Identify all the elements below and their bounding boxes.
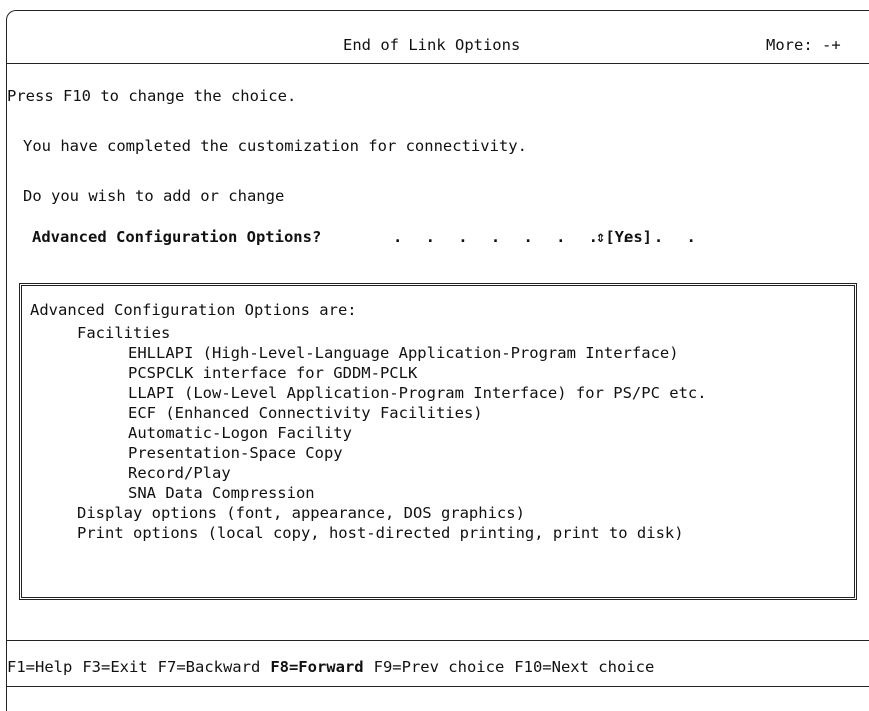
- option-subitem: Record/Play: [128, 464, 231, 482]
- fkey-f8[interactable]: F8=Forward: [270, 658, 363, 676]
- fkey-f3[interactable]: F3=Exit: [82, 658, 147, 676]
- header-rule: [7, 63, 869, 64]
- option-subitem: PCSPCLK interface for GDDM-PCLK: [128, 364, 418, 382]
- option-subitem: ECF (Enhanced Connectivity Facilities): [128, 404, 483, 422]
- options-info-box: Advanced Configuration Options are: Faci…: [19, 283, 857, 600]
- option-subitem: Presentation-Space Copy: [128, 444, 343, 462]
- fkey-f10[interactable]: F10=Next choice: [514, 658, 654, 676]
- fkey-f9[interactable]: F9=Prev choice: [374, 658, 505, 676]
- option-subitem: SNA Data Compression: [128, 484, 315, 502]
- bottom-rule: [7, 686, 869, 687]
- footer-rule: [7, 640, 869, 641]
- option-subitem: Automatic-Logon Facility: [128, 424, 352, 442]
- instruction-text: Press F10 to change the choice.: [7, 87, 297, 105]
- option-subitem: EHLLAPI (High-Level-Language Application…: [128, 344, 679, 362]
- option-subitem: LLAPI (Low-Level Application-Program Int…: [128, 384, 707, 402]
- options-heading: Advanced Configuration Options are:: [30, 301, 357, 319]
- fkey-f1[interactable]: F1=Help: [7, 658, 72, 676]
- advanced-options-choice[interactable]: ⇕[Yes]: [596, 228, 652, 246]
- question-message: Do you wish to add or change: [23, 187, 285, 205]
- fkey-f7[interactable]: F7=Backward: [158, 658, 261, 676]
- option-category: Print options (local copy, host-directed…: [77, 524, 684, 542]
- option-category: Display options (font, appearance, DOS g…: [77, 504, 525, 522]
- completion-message: You have completed the customization for…: [23, 137, 527, 155]
- more-indicator[interactable]: More: -+: [766, 36, 841, 54]
- function-key-bar: F1=Help F3=Exit F7=Backward F8=Forward F9=Pr…: [7, 658, 664, 676]
- leader-dots: . . . . . . . . . .: [393, 228, 703, 246]
- panel-title: End of Link Options: [343, 36, 521, 54]
- advanced-options-label: Advanced Configuration Options?: [32, 228, 322, 246]
- option-category: Facilities: [77, 324, 171, 342]
